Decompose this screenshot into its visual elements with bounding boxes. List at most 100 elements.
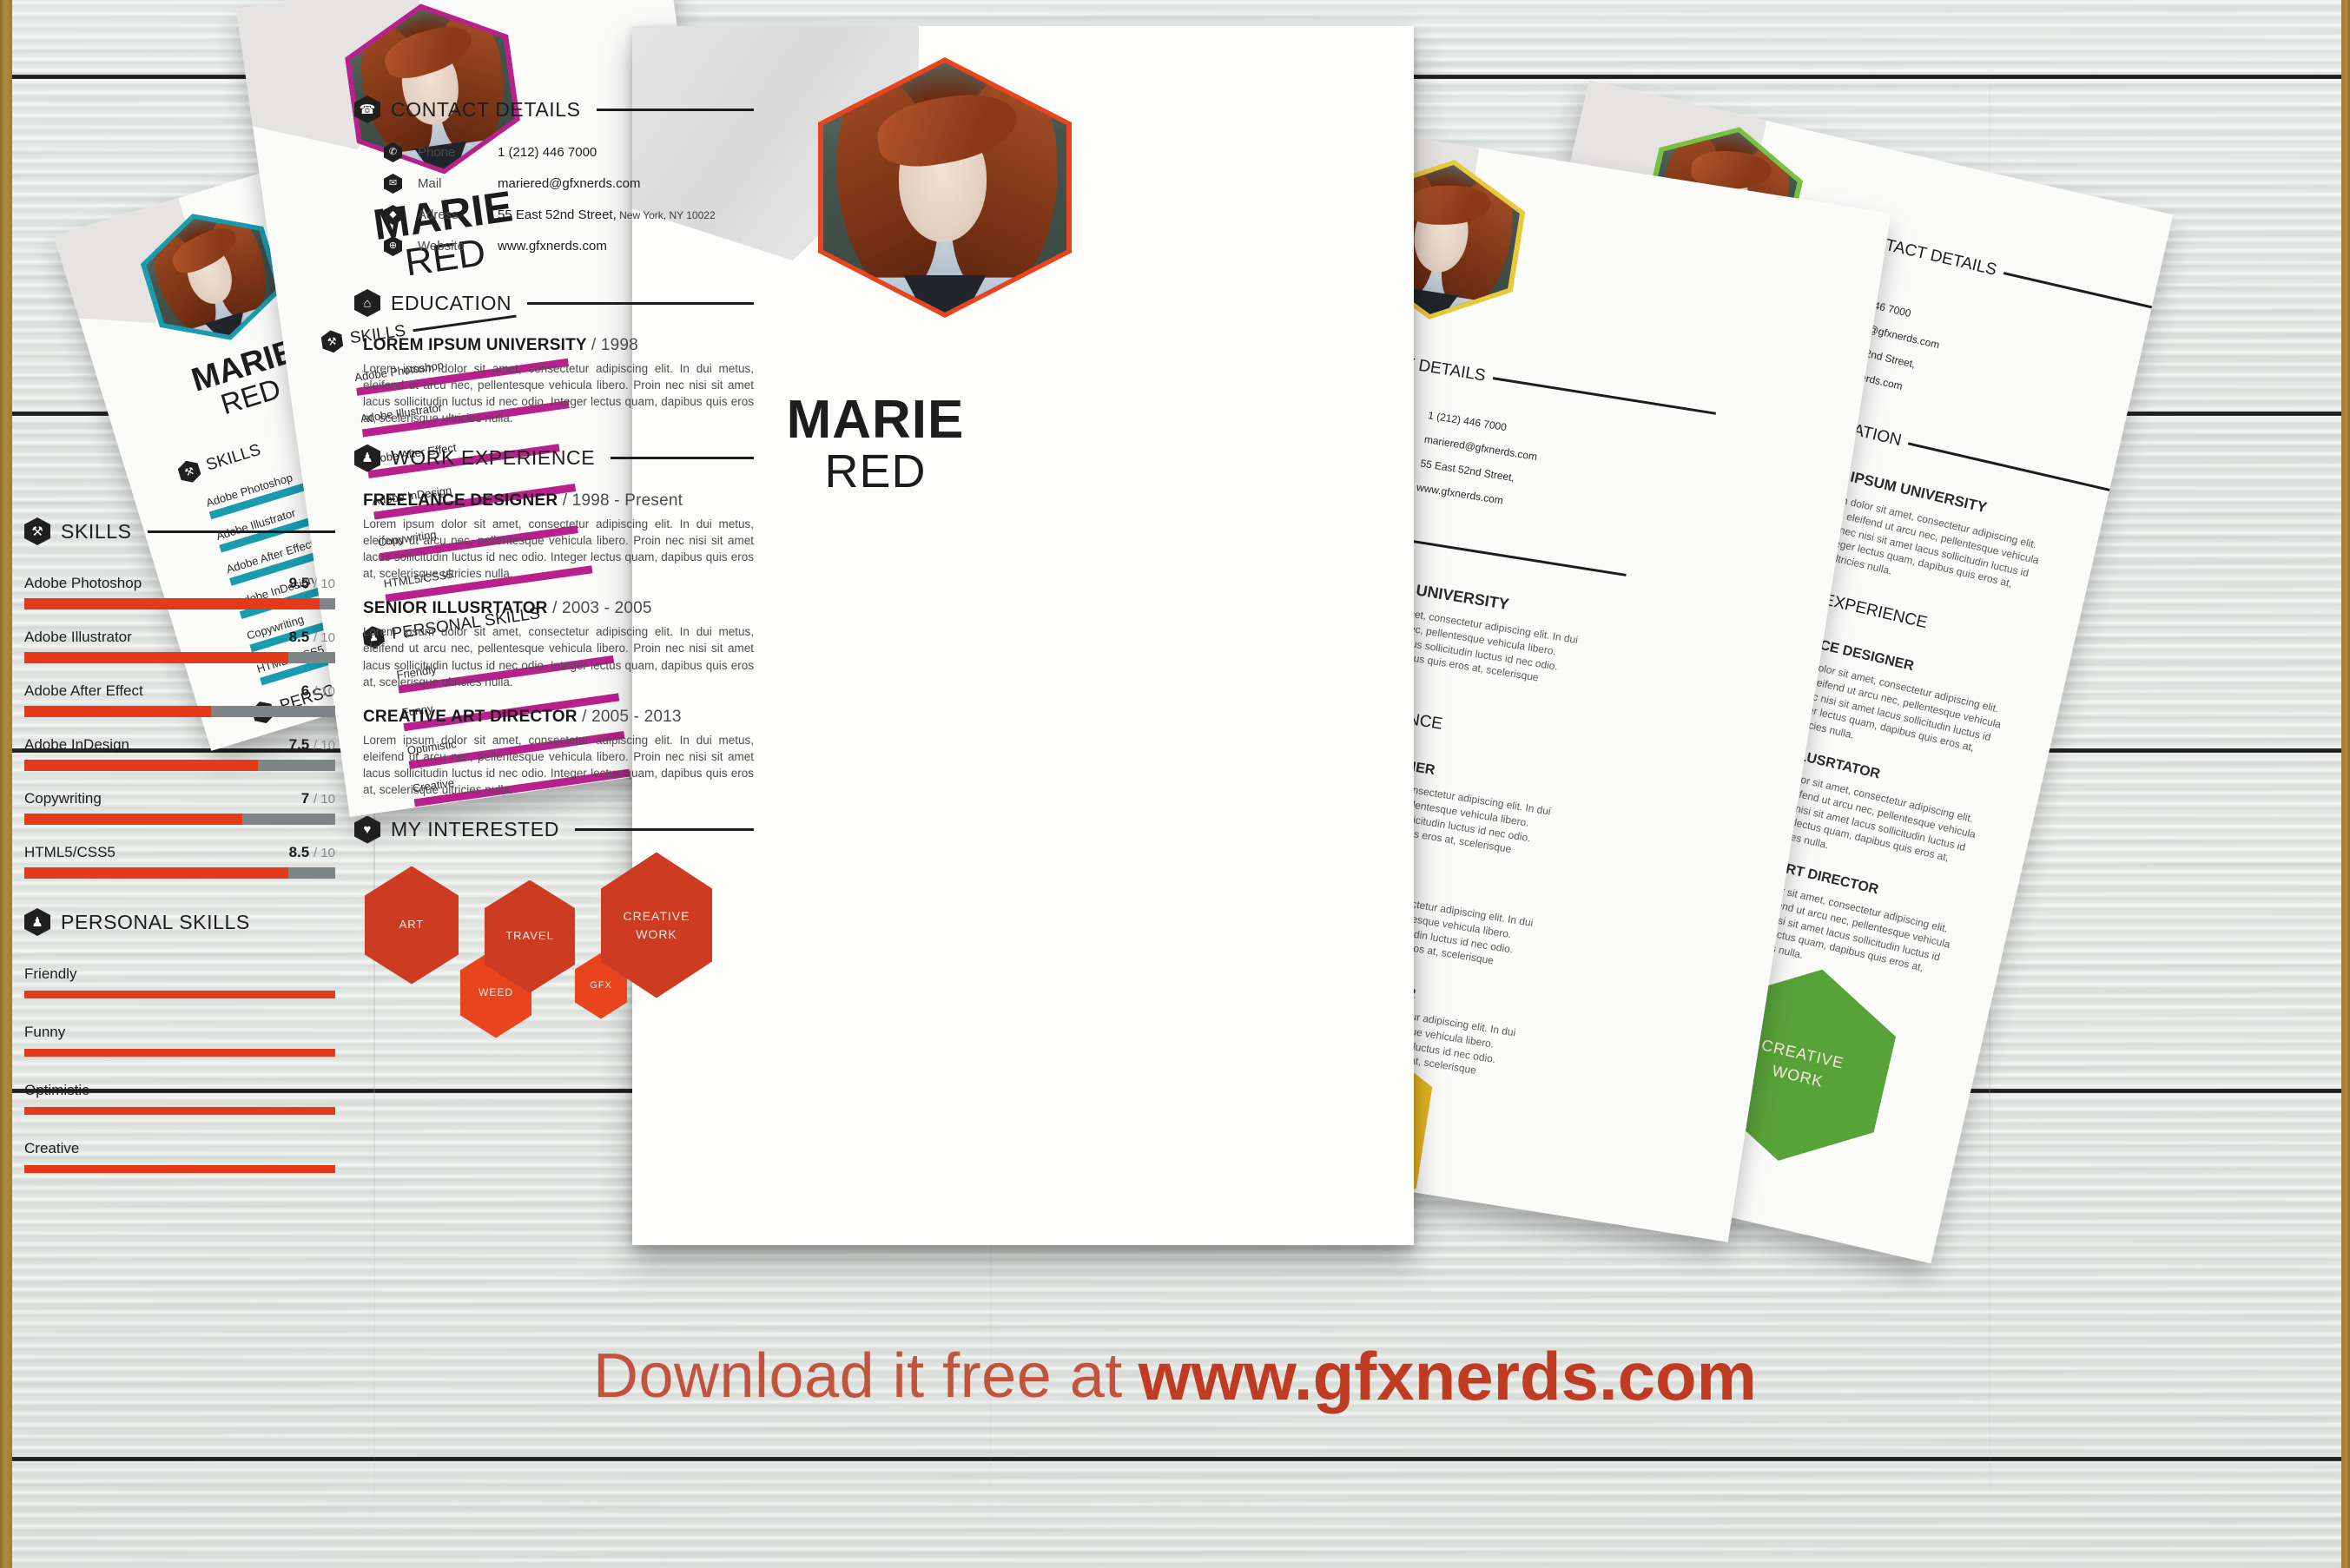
divider (596, 108, 754, 111)
interest-label: WEED (479, 985, 513, 998)
personal-skill-label: Creative (24, 1140, 80, 1156)
contact-row-website: ⊕ Website www.gfxnerds.com (384, 236, 754, 256)
interest-label: TRAVEL (505, 929, 554, 943)
skill-bar-track (24, 598, 335, 609)
first-name: MARIE (786, 390, 965, 450)
contact-label: Phone (418, 145, 456, 160)
work-body: Lorem ipsum dolor sit amet, consectetur … (363, 733, 754, 797)
skill-value: 7.5 / 10 (288, 736, 335, 753)
contact-list: ✆ Phone 1 (212) 446 7000 ✉ Mail mariered… (384, 142, 754, 256)
skill-bar-track (24, 814, 335, 825)
footer-url[interactable]: www.gfxnerds.com (1139, 1337, 1757, 1416)
personal-skill-item: Friendly (24, 965, 335, 998)
contact-value: 55 East 52nd Street, (1419, 457, 1515, 484)
skills-list: Adobe Photoshop 9.5 / 10 Adobe Illustrat… (24, 575, 335, 879)
section-title: SKILLS (61, 519, 132, 543)
work-body: Lorem ipsum dolor sit amet, consectetur … (363, 517, 754, 581)
personal-skill-label: Friendly (24, 965, 77, 982)
tools-icon: ⚒ (176, 458, 203, 485)
skill-bar-fill (24, 706, 211, 717)
contact-row-phone: ✆ Phone 1 (212) 446 7000 (384, 142, 754, 162)
interest-hexagon-art[interactable]: ART (365, 866, 459, 985)
contact-value: mariered@gfxnerds.com (1423, 432, 1539, 464)
divider (1908, 441, 2112, 491)
skill-bar-fill (24, 760, 258, 771)
skill-bar-track (24, 867, 335, 879)
contact-label: Adress (418, 208, 459, 222)
work-title: SENIOR ILLUSRTATOR / 2003 - 2005 (363, 599, 652, 618)
education-title: LOREM IPSUM UNIVERSITY / 1998 (363, 336, 638, 354)
section-title: EDUCATION (391, 291, 512, 314)
graduation-cap-icon: ⌂ (354, 289, 380, 317)
skill-value: 8.5 / 10 (288, 844, 335, 860)
skill-item: HTML5/CSS5 8.5 / 10 (24, 844, 335, 879)
interest-label-line1: CREATIVE (623, 909, 690, 924)
tools-icon: ⚒ (320, 329, 344, 354)
section-skills: ⚒ SKILLS (176, 439, 264, 485)
divider (527, 301, 754, 305)
heart-icon: ♥ (354, 815, 380, 844)
skill-item: Adobe Photoshop 9.5 / 10 (24, 575, 335, 609)
personal-skill-item: Funny (24, 1024, 335, 1057)
section-title: SKILLS (203, 440, 263, 475)
skill-bar-fill (24, 867, 289, 879)
interest-label-line2: WORK (636, 926, 677, 941)
contact-row-mail: ✉ Mail mariered@gfxnerds.com (384, 174, 754, 194)
right-column: ☎ CONTACT DETAILS ✆ Phone 1 (212) 446 70… (354, 96, 754, 1056)
contact-value: www.gfxnerds.com (1416, 481, 1504, 507)
skill-item: Copywriting 7 / 10 (24, 790, 335, 825)
skill-bar-fill (24, 652, 289, 663)
divider (1492, 376, 1717, 415)
skill-item: Adobe After Effect 6 / 10 (24, 682, 335, 717)
personal-skill-bar (24, 991, 335, 998)
skill-bar-track (24, 652, 335, 663)
skill-item: Adobe InDesign 7.5 / 10 (24, 736, 335, 771)
skill-value: 8.5 / 10 (288, 629, 335, 645)
section-header-interests: ♥ MY INTERESTED (354, 815, 754, 844)
section-title: PERSONAL SKILLS (61, 910, 250, 933)
contact-value[interactable]: mariered@gfxnerds.com (498, 176, 640, 191)
skill-bar-fill (24, 598, 320, 609)
work-entry: CREATIVE ART DIRECTOR / 2005 - 2013 Lore… (363, 708, 754, 799)
divider (1411, 539, 1627, 576)
briefcase-icon: ♟ (354, 444, 380, 472)
skill-bar-fill (24, 814, 242, 825)
globe-icon: ⊕ (384, 236, 402, 256)
contact-value: 1 (212) 446 7000 (1427, 409, 1508, 434)
personal-skill-bar (24, 1165, 335, 1173)
personal-skill-item: Creative (24, 1140, 335, 1173)
skill-label: Adobe After Effect (24, 682, 143, 699)
skill-label: HTML5/CSS5 (24, 844, 116, 860)
work-entry: SENIOR ILLUSRTATOR / 2003 - 2005 Lorem i… (363, 599, 754, 690)
skill-bar-track (24, 706, 335, 717)
envelope-icon: ✉ (384, 174, 402, 194)
footer-promo: Download it free at www.gfxnerds.com (0, 1320, 2350, 1433)
interests-hexagon-cluster: ART WEED TRAVEL GFX CREATIVE WORK (365, 852, 754, 1056)
contact-value[interactable]: www.gfxnerds.com (498, 239, 607, 254)
skill-label: Copywriting (24, 790, 102, 807)
skill-bar-track (24, 760, 335, 771)
skill-label: Adobe Illustrator (24, 629, 132, 645)
contact-value[interactable]: 1 (212) 446 7000 (498, 145, 597, 160)
name-block: MARIE RED (632, 392, 1119, 497)
personal-skill-bar (24, 1049, 335, 1057)
section-header-education: ⌂ EDUCATION (354, 289, 754, 317)
section-title: WORK EXPERIENCE (391, 446, 596, 470)
contact-label: Website (418, 239, 465, 254)
contact-row-address: ◆ Adress 55 East 52nd Street, New York, … (384, 205, 754, 225)
personal-skills-list: Friendly Funny Optimistic Creative (24, 965, 335, 1173)
divider (2003, 271, 2174, 320)
work-title: CREATIVE ART DIRECTOR / 2005 - 2013 (363, 707, 682, 726)
section-header-skills: ⚒ SKILLS (24, 517, 335, 545)
footer-lead-text: Download it free at (592, 1341, 1123, 1411)
left-column: ⚒ SKILLS Adobe Photoshop 9.5 / 10 Adobe … (24, 517, 335, 1198)
personal-skill-bar (24, 1107, 335, 1115)
interest-label: GFX (590, 979, 612, 991)
skill-item: Adobe Illustrator 8.5 / 10 (24, 629, 335, 663)
last-name: RED (824, 445, 927, 498)
skill-value: 9.5 / 10 (288, 575, 335, 591)
section-title: CONTACT DETAILS (391, 97, 581, 121)
people-icon: ♟ (24, 908, 50, 936)
contact-value[interactable]: 55 East 52nd Street, New York, NY 10022 (498, 208, 716, 222)
map-pin-icon: ◆ (384, 205, 402, 225)
